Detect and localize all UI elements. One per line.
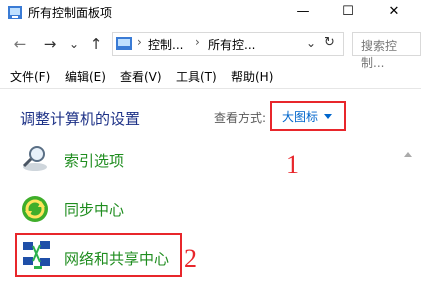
forward-button[interactable]: →	[40, 34, 60, 54]
menu-view[interactable]: 查看(V)	[120, 68, 162, 85]
recent-locations-button[interactable]: ⌄	[64, 34, 84, 54]
chevron-down-icon[interactable]	[324, 114, 332, 119]
page-title: 调整计算机的设置	[20, 110, 141, 128]
up-button[interactable]: ↑	[86, 34, 106, 54]
menu-help[interactable]: 帮助(H)	[231, 68, 273, 85]
list-item-network-sharing-center[interactable]: 网络和共享中心	[64, 248, 169, 269]
back-button[interactable]: ←	[10, 34, 30, 54]
view-by-label: 查看方式:	[214, 111, 267, 125]
close-button[interactable]: ✕	[376, 0, 412, 26]
sync-icon	[22, 196, 48, 222]
list-item-sync-center[interactable]: 同步中心	[64, 199, 124, 220]
view-by-dropdown[interactable]: 大图标	[282, 108, 318, 125]
address-dropdown-button[interactable]: ⌄	[306, 36, 316, 50]
control-panel-icon	[116, 37, 132, 50]
breadcrumb-all-items[interactable]: 所有控...	[208, 36, 255, 53]
breadcrumb-separator: ›	[137, 35, 142, 49]
control-panel-icon	[8, 6, 22, 19]
menu-file[interactable]: 文件(F)	[10, 68, 50, 85]
minimize-button[interactable]: —	[285, 0, 321, 26]
menu-divider	[0, 88, 421, 89]
scroll-up-arrow[interactable]	[404, 152, 412, 157]
magnifier-icon	[22, 146, 47, 171]
breadcrumb-separator: ›	[195, 35, 200, 49]
window-title: 所有控制面板项	[28, 6, 113, 20]
menu-tools[interactable]: 工具(T)	[176, 68, 217, 85]
annotation-step-1: 1	[286, 150, 299, 179]
refresh-button[interactable]: ↻	[324, 35, 335, 50]
breadcrumb-control-panel[interactable]: 控制...	[148, 36, 183, 53]
network-icon	[23, 241, 50, 269]
annotation-step-2: 2	[184, 244, 197, 273]
maximize-button[interactable]: ☐	[330, 0, 366, 26]
search-input[interactable]: 搜索控制...	[352, 32, 421, 70]
list-item-index-options[interactable]: 索引选项	[64, 150, 124, 171]
menu-edit[interactable]: 编辑(E)	[65, 68, 106, 85]
